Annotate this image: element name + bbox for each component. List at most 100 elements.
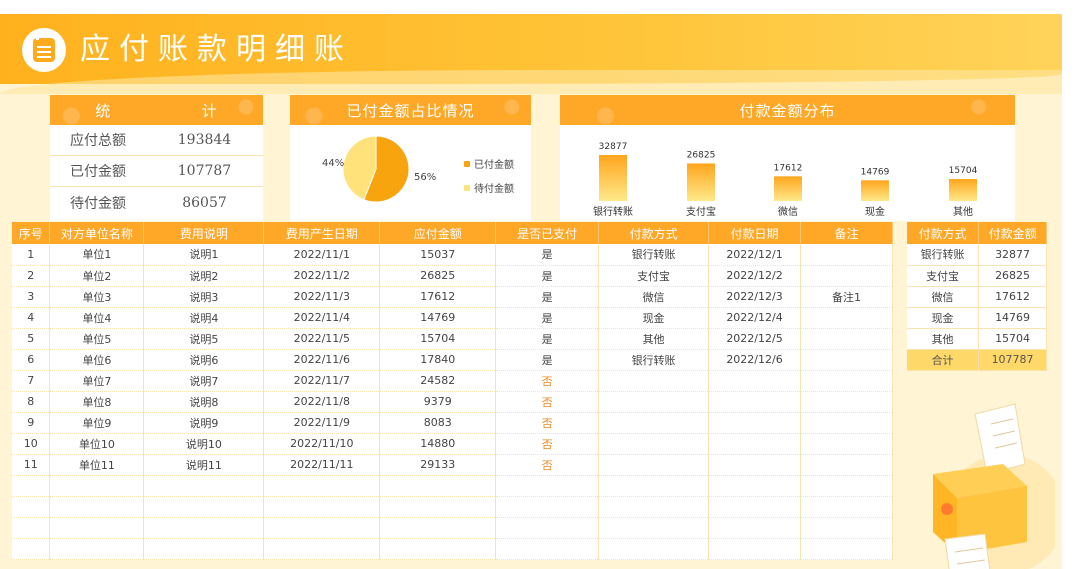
summary-row[interactable]: 支付宝 26825	[907, 265, 1047, 287]
table-cell[interactable]: 银行转账	[598, 349, 710, 371]
table-cell[interactable]: 2022/11/7	[263, 370, 381, 392]
table-cell[interactable]: 说明2	[143, 265, 265, 287]
table-cell[interactable]: 是	[495, 286, 600, 308]
table-cell[interactable]	[12, 538, 51, 560]
table-row[interactable]: 8 单位8 说明8 2022/11/8 9379 否	[12, 391, 893, 413]
table-cell[interactable]: 单位3	[49, 286, 145, 308]
table-cell[interactable]	[708, 454, 801, 476]
table-cell[interactable]: 单位9	[49, 412, 145, 434]
col-header-payment-date[interactable]: 付款日期	[708, 222, 801, 244]
table-cell[interactable]	[143, 517, 265, 539]
table-cell[interactable]: 单位2	[49, 265, 145, 287]
table-cell[interactable]: 7	[12, 370, 51, 392]
summary-total-row[interactable]: 合计 107787	[907, 349, 1047, 371]
table-cell[interactable]	[263, 538, 381, 560]
table-cell[interactable]: 说明5	[143, 328, 265, 350]
table-cell[interactable]: 单位4	[49, 307, 145, 329]
table-cell[interactable]	[800, 307, 893, 329]
table-cell[interactable]: 微信	[598, 286, 710, 308]
table-cell[interactable]	[800, 244, 893, 266]
summary-cell[interactable]: 26825	[978, 265, 1047, 287]
table-cell[interactable]: 8083	[379, 412, 497, 434]
table-cell[interactable]: 15704	[379, 328, 497, 350]
table-cell[interactable]: 现金	[598, 307, 710, 329]
table-cell[interactable]: 17612	[379, 286, 497, 308]
table-cell[interactable]	[708, 517, 801, 539]
table-cell[interactable]: 说明1	[143, 244, 265, 266]
table-cell[interactable]	[708, 433, 801, 455]
table-cell[interactable]: 29133	[379, 454, 497, 476]
col-header-amount[interactable]: 应付金额	[379, 222, 497, 244]
summary-cell[interactable]: 14769	[978, 307, 1047, 329]
table-cell[interactable]	[12, 517, 51, 539]
table-cell[interactable]	[708, 538, 801, 560]
bar-2[interactable]	[774, 176, 802, 201]
table-cell[interactable]: 2022/11/2	[263, 265, 381, 287]
summary-cell[interactable]: 其他	[907, 328, 980, 350]
table-cell[interactable]	[49, 517, 145, 539]
table-cell[interactable]	[598, 538, 710, 560]
table-cell[interactable]: 2022/12/1	[708, 244, 801, 266]
col-header-remark[interactable]: 备注	[800, 222, 893, 244]
table-row[interactable]	[12, 496, 893, 518]
table-row[interactable]: 1 单位1 说明1 2022/11/1 15037 是银行转账 2022/12/1	[12, 244, 893, 266]
table-cell[interactable]: 14880	[379, 433, 497, 455]
summary-cell[interactable]: 32877	[978, 244, 1047, 266]
table-cell[interactable]: 否	[495, 454, 600, 476]
table-cell[interactable]	[495, 475, 600, 497]
table-row[interactable]	[12, 538, 893, 560]
table-row[interactable]: 7 单位7 说明7 2022/11/7 24582 否	[12, 370, 893, 392]
table-cell[interactable]: 是	[495, 307, 600, 329]
summary-cell[interactable]: 支付宝	[907, 265, 980, 287]
table-cell[interactable]	[800, 265, 893, 287]
table-cell[interactable]	[143, 496, 265, 518]
summary-row[interactable]: 其他 15704	[907, 328, 1047, 350]
summary-header-method[interactable]: 付款方式	[907, 222, 980, 244]
table-row[interactable]: 5 单位5 说明5 2022/11/5 15704 是其他 2022/12/5	[12, 328, 893, 350]
table-cell[interactable]	[598, 454, 710, 476]
col-header-paid-flag[interactable]: 是否已支付	[495, 222, 600, 244]
table-cell[interactable]	[598, 496, 710, 518]
table-row[interactable]: 4 单位4 说明4 2022/11/4 14769 是现金 2022/12/4	[12, 307, 893, 329]
table-cell[interactable]: 2022/12/4	[708, 307, 801, 329]
table-cell[interactable]: 是	[495, 349, 600, 371]
table-cell[interactable]: 2022/11/3	[263, 286, 381, 308]
table-cell[interactable]	[800, 328, 893, 350]
table-cell[interactable]	[708, 391, 801, 413]
summary-cell[interactable]: 微信	[907, 286, 980, 308]
table-cell[interactable]	[598, 475, 710, 497]
table-row[interactable]: 2 单位2 说明2 2022/11/2 26825 是支付宝 2022/12/2	[12, 265, 893, 287]
table-row[interactable]	[12, 475, 893, 497]
table-cell[interactable]: 2022/11/10	[263, 433, 381, 455]
table-row[interactable]: 3 单位3 说明3 2022/11/3 17612 是微信 2022/12/3 备注1	[12, 286, 893, 308]
table-cell[interactable]: 说明6	[143, 349, 265, 371]
table-cell[interactable]	[800, 496, 893, 518]
bar-4[interactable]	[949, 179, 977, 201]
table-cell[interactable]	[263, 517, 381, 539]
stat-row-unpaid[interactable]: 待付金额 86057	[50, 187, 263, 218]
table-cell[interactable]: 9	[12, 412, 51, 434]
table-cell[interactable]: 2022/11/5	[263, 328, 381, 350]
table-cell[interactable]: 是	[495, 328, 600, 350]
table-cell[interactable]: 其他	[598, 328, 710, 350]
table-cell[interactable]: 是	[495, 265, 600, 287]
summary-cell[interactable]: 银行转账	[907, 244, 980, 266]
table-cell[interactable]: 备注1	[800, 286, 893, 308]
table-cell[interactable]: 14769	[379, 307, 497, 329]
table-cell[interactable]	[598, 517, 710, 539]
table-cell[interactable]	[598, 370, 710, 392]
table-cell[interactable]	[495, 517, 600, 539]
bar-0[interactable]	[599, 155, 627, 201]
table-cell[interactable]: 说明7	[143, 370, 265, 392]
table-cell[interactable]: 4	[12, 307, 51, 329]
table-cell[interactable]: 17840	[379, 349, 497, 371]
table-cell[interactable]	[800, 412, 893, 434]
table-cell[interactable]	[598, 433, 710, 455]
table-cell[interactable]	[800, 517, 893, 539]
table-cell[interactable]: 2022/12/3	[708, 286, 801, 308]
table-cell[interactable]: 15037	[379, 244, 497, 266]
table-cell[interactable]: 3	[12, 286, 51, 308]
table-row[interactable]: 6 单位6 说明6 2022/11/6 17840 是银行转账 2022/12/6	[12, 349, 893, 371]
summary-row[interactable]: 银行转账 32877	[907, 244, 1047, 266]
table-cell[interactable]: 6	[12, 349, 51, 371]
